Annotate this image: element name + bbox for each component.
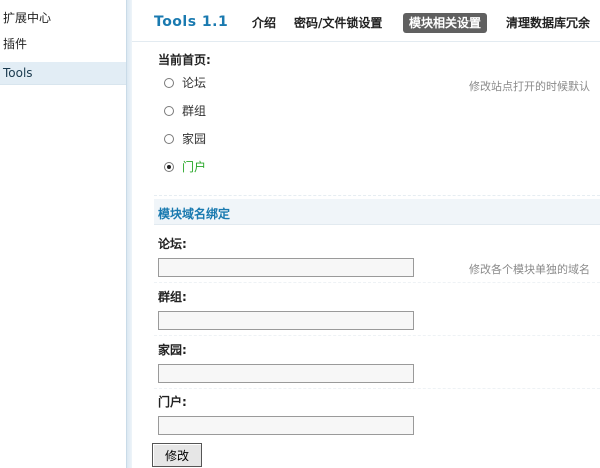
tab-intro[interactable]: 介绍 bbox=[252, 13, 276, 33]
domain-binding-hint: 修改各个模块单独的域名 bbox=[469, 263, 590, 276]
submit-button[interactable]: 修改 bbox=[152, 443, 202, 467]
sidebar-divider bbox=[0, 84, 126, 85]
home-option-label: 群组 bbox=[182, 104, 207, 118]
row-divider bbox=[154, 335, 600, 336]
group-domain-input[interactable] bbox=[158, 311, 414, 330]
sidebar-item-plugins[interactable]: 插件 bbox=[0, 33, 126, 55]
row-divider bbox=[154, 282, 600, 283]
portal-domain-input[interactable] bbox=[158, 416, 414, 435]
header: Tools 1.1 介绍 密码/文件锁设置 模块相关设置 清理数据库冗余 bbox=[132, 0, 600, 42]
radio-forum[interactable] bbox=[164, 78, 174, 88]
sidebar-item-extension-center[interactable]: 扩展中心 bbox=[0, 7, 126, 29]
sidebar: 扩展中心 插件 Tools bbox=[0, 0, 126, 468]
radio-home[interactable] bbox=[164, 134, 174, 144]
page-title: Tools 1.1 bbox=[154, 14, 229, 30]
home-option-label: 论坛 bbox=[182, 76, 207, 90]
domain-binding-title: 模块域名绑定 bbox=[158, 207, 231, 221]
group-domain-label: 群组: bbox=[158, 290, 187, 304]
main-panel: Tools 1.1 介绍 密码/文件锁设置 模块相关设置 清理数据库冗余 当前首… bbox=[132, 0, 600, 468]
forum-domain-label: 论坛: bbox=[158, 237, 187, 251]
radio-group[interactable] bbox=[164, 106, 174, 116]
home-domain-label: 家园: bbox=[158, 343, 187, 357]
tab-db-cleanup[interactable]: 清理数据库冗余 bbox=[506, 13, 590, 33]
sidebar-item-tools[interactable]: Tools bbox=[0, 62, 126, 84]
radio-portal[interactable] bbox=[164, 162, 174, 172]
home-page-hint: 修改站点打开的时候默认 bbox=[469, 80, 590, 93]
portal-domain-label: 门户: bbox=[158, 395, 187, 409]
tab-password-lock[interactable]: 密码/文件锁设置 bbox=[294, 13, 382, 33]
home-option-label: 家园 bbox=[182, 132, 207, 146]
forum-domain-input[interactable] bbox=[158, 258, 414, 277]
tab-module-settings[interactable]: 模块相关设置 bbox=[403, 13, 488, 33]
home-page-section: 当前首页: 论坛 群组 家园 门户 修改站点打开的时候默认 bbox=[154, 42, 600, 196]
home-page-label: 当前首页: bbox=[158, 53, 211, 67]
home-domain-input[interactable] bbox=[158, 364, 414, 383]
row-divider bbox=[154, 388, 600, 389]
domain-binding-header: 模块域名绑定 bbox=[154, 199, 600, 225]
home-option-label: 门户 bbox=[182, 160, 207, 174]
